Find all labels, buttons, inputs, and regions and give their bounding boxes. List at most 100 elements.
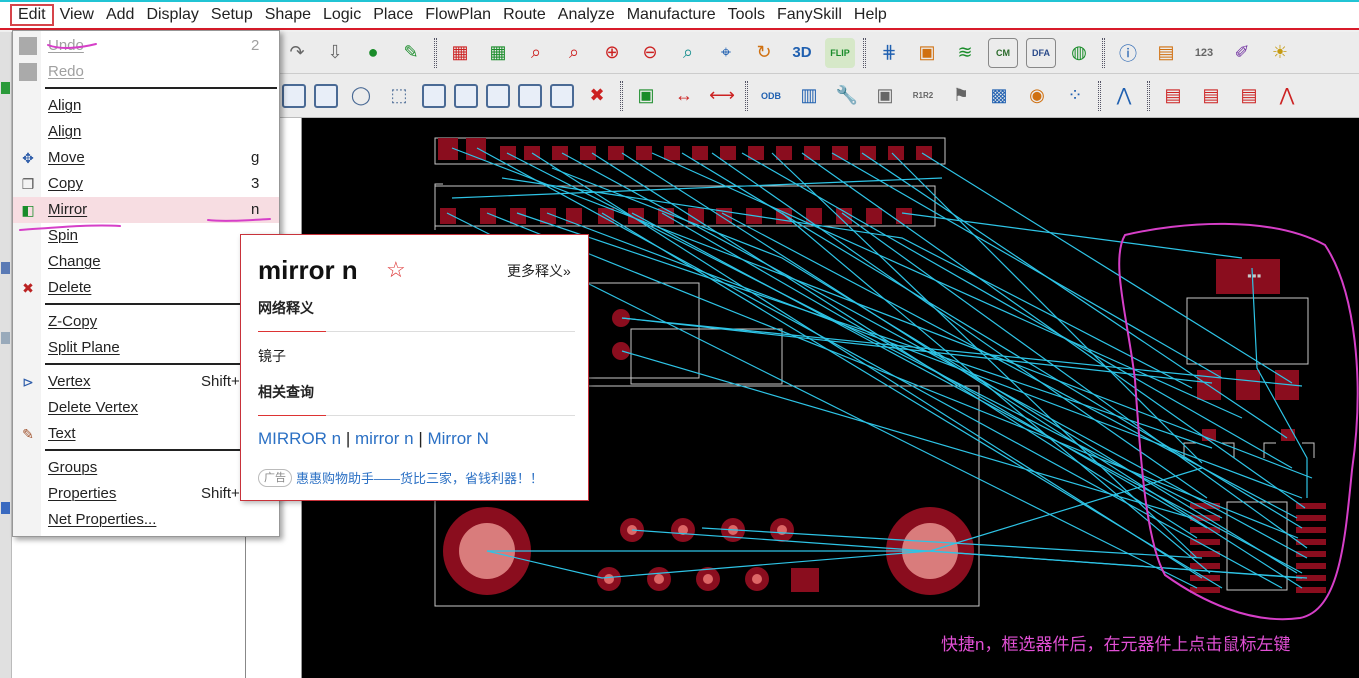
menu-logic[interactable]: Logic: [317, 4, 367, 26]
layers-icon[interactable]: ≋: [950, 38, 980, 68]
menu-analyze[interactable]: Analyze: [552, 4, 621, 26]
wave2-icon[interactable]: ⋀: [1272, 81, 1302, 111]
menu-tools[interactable]: Tools: [722, 4, 771, 26]
menu-item-copy[interactable]: ❐ Copy 3: [13, 171, 279, 197]
related-link-2[interactable]: mirror n: [355, 429, 414, 448]
globe-icon[interactable]: ◍: [1064, 38, 1094, 68]
mirror-icon: ◧: [21, 201, 35, 218]
menu-flowplan[interactable]: FlowPlan: [419, 4, 497, 26]
testpoint-icon[interactable]: ◉: [1022, 81, 1052, 111]
fill-icon[interactable]: [550, 83, 574, 108]
odb-icon[interactable]: ODB: [756, 81, 786, 111]
3d-icon[interactable]: 3D: [787, 38, 817, 68]
chip-icon[interactable]: ▣: [631, 81, 661, 111]
shape-icon[interactable]: [422, 83, 446, 108]
toolbar-main: ↷ ⇩ ● ✎ ▦ ▦ ⌕ ⌕ ⊕ ⊖ ⌕ ⌖ ↻ 3D FLIP ⋕ ▣ ≋ …: [280, 32, 1359, 74]
web-meaning-heading: 网络释义: [258, 300, 314, 316]
camera-icon[interactable]: ▣: [870, 81, 900, 111]
related-heading: 相关查询: [258, 384, 314, 400]
grid-dots-icon[interactable]: ⋕: [874, 38, 904, 68]
matrix-icon[interactable]: ▩: [984, 81, 1014, 111]
menu-setup[interactable]: Setup: [205, 4, 259, 26]
star-icon[interactable]: ☆: [386, 257, 406, 283]
toolbar-separator: [1098, 80, 1101, 111]
dock-icon[interactable]: [1, 502, 10, 514]
refdes-icon[interactable]: R1R2: [908, 81, 938, 111]
zoom-world-icon[interactable]: ⌖: [711, 38, 741, 68]
dock-icon[interactable]: [1, 262, 10, 274]
number-icon[interactable]: 123: [1189, 38, 1219, 68]
dfa-icon[interactable]: DFA: [1026, 37, 1056, 68]
toolbar-separator: [745, 80, 748, 111]
toolbar-separator: [434, 37, 437, 68]
flip-icon[interactable]: FLIP: [825, 37, 855, 68]
measure-icon[interactable]: ▤: [1151, 38, 1181, 68]
rect2-icon[interactable]: [314, 83, 338, 108]
menu-item-align[interactable]: Align: [13, 93, 279, 119]
menu-help[interactable]: Help: [848, 4, 893, 26]
zoom-prev-icon[interactable]: ⌕: [673, 38, 703, 68]
eraser-icon[interactable]: ✖: [582, 81, 612, 111]
menu-item-undo[interactable]: Undo 2: [13, 33, 279, 59]
palette-icon[interactable]: ▣: [912, 38, 942, 68]
toolbar-drawing: ◯ ⬚ ✖ ▣ ↔ ⟷ ODB ▥ 🔧 ▣ R1R2 ⚑ ▩ ◉ ⁘ ⋀ ▤ ▤…: [280, 74, 1359, 118]
pin-icon[interactable]: ✎: [396, 38, 426, 68]
toolbar-separator: [1102, 37, 1105, 68]
menu-add[interactable]: Add: [100, 4, 140, 26]
doc-icon[interactable]: ▤: [1158, 81, 1188, 111]
wave-icon[interactable]: ⋀: [1109, 81, 1139, 111]
ball-icon[interactable]: ●: [358, 38, 388, 68]
sun-icon[interactable]: ☀: [1265, 38, 1295, 68]
zoom-region-icon[interactable]: ⌕: [559, 38, 589, 68]
zoom-fit-icon[interactable]: ⌕: [521, 38, 551, 68]
doc3-icon[interactable]: ▤: [1234, 81, 1264, 111]
menu-shape[interactable]: Shape: [259, 4, 317, 26]
toolbar-separator: [1147, 80, 1150, 111]
grid-icon[interactable]: ▦: [445, 38, 475, 68]
wrench-icon[interactable]: 🔧: [832, 81, 862, 111]
menu-manufacture[interactable]: Manufacture: [621, 4, 722, 26]
related-link-3[interactable]: Mirror N: [427, 429, 488, 448]
zoom-out-icon[interactable]: ⊖: [635, 38, 665, 68]
menu-display[interactable]: Display: [140, 4, 204, 26]
square-icon[interactable]: [486, 83, 510, 108]
down-icon[interactable]: ⇩: [320, 38, 350, 68]
menu-edit[interactable]: Edit: [10, 4, 54, 26]
info-icon[interactable]: ⓘ: [1113, 38, 1143, 68]
divider: [258, 331, 575, 332]
doc2-icon[interactable]: ▤: [1196, 81, 1226, 111]
dimension-icon[interactable]: ↔: [669, 81, 699, 111]
menu-place[interactable]: Place: [367, 4, 419, 26]
book-icon[interactable]: ▥: [794, 81, 824, 111]
circle-icon[interactable]: ◯: [346, 81, 376, 111]
dock-icon[interactable]: [1, 82, 10, 94]
left-dock: [0, 32, 12, 678]
zoom-in-icon[interactable]: ⊕: [597, 38, 627, 68]
cm-icon[interactable]: CM: [988, 37, 1018, 68]
menu-fanyskill[interactable]: FanySkill: [771, 4, 848, 26]
ad-row[interactable]: 广告 惠惠购物助手——货比三家，省钱利器！！: [258, 468, 543, 487]
brush-icon[interactable]: ✐: [1227, 38, 1257, 68]
related-link-1[interactable]: MIRROR n: [258, 429, 341, 448]
ring-icon[interactable]: [518, 83, 542, 108]
menu-route[interactable]: Route: [497, 4, 552, 26]
delete-icon: ✖: [22, 279, 34, 296]
more-meanings-link[interactable]: 更多释义»: [507, 261, 571, 281]
ad-text[interactable]: 惠惠购物助手——货比三家，省钱利器！！: [296, 468, 543, 487]
rect-icon[interactable]: [282, 83, 306, 108]
menu-view[interactable]: View: [54, 4, 100, 26]
redo-icon[interactable]: ↷: [282, 38, 312, 68]
flag-icon[interactable]: ⚑: [946, 81, 976, 111]
grid2-icon[interactable]: ▦: [483, 38, 513, 68]
select-icon[interactable]: ⬚: [384, 81, 414, 111]
menu-item-align-2[interactable]: Align: [13, 119, 279, 145]
dimension2-icon[interactable]: ⟷: [707, 81, 737, 111]
menu-item-net-properties[interactable]: Net Properties...: [13, 507, 279, 533]
menu-item-redo[interactable]: Redo: [13, 59, 279, 85]
menu-item-mirror[interactable]: ◧ Mirror n: [13, 197, 279, 223]
arc-icon[interactable]: [454, 83, 478, 108]
dock-icon[interactable]: [1, 332, 10, 344]
menu-item-move[interactable]: ✥ Move g: [13, 145, 279, 171]
refresh-icon[interactable]: ↻: [749, 38, 779, 68]
array-icon[interactable]: ⁘: [1060, 81, 1090, 111]
